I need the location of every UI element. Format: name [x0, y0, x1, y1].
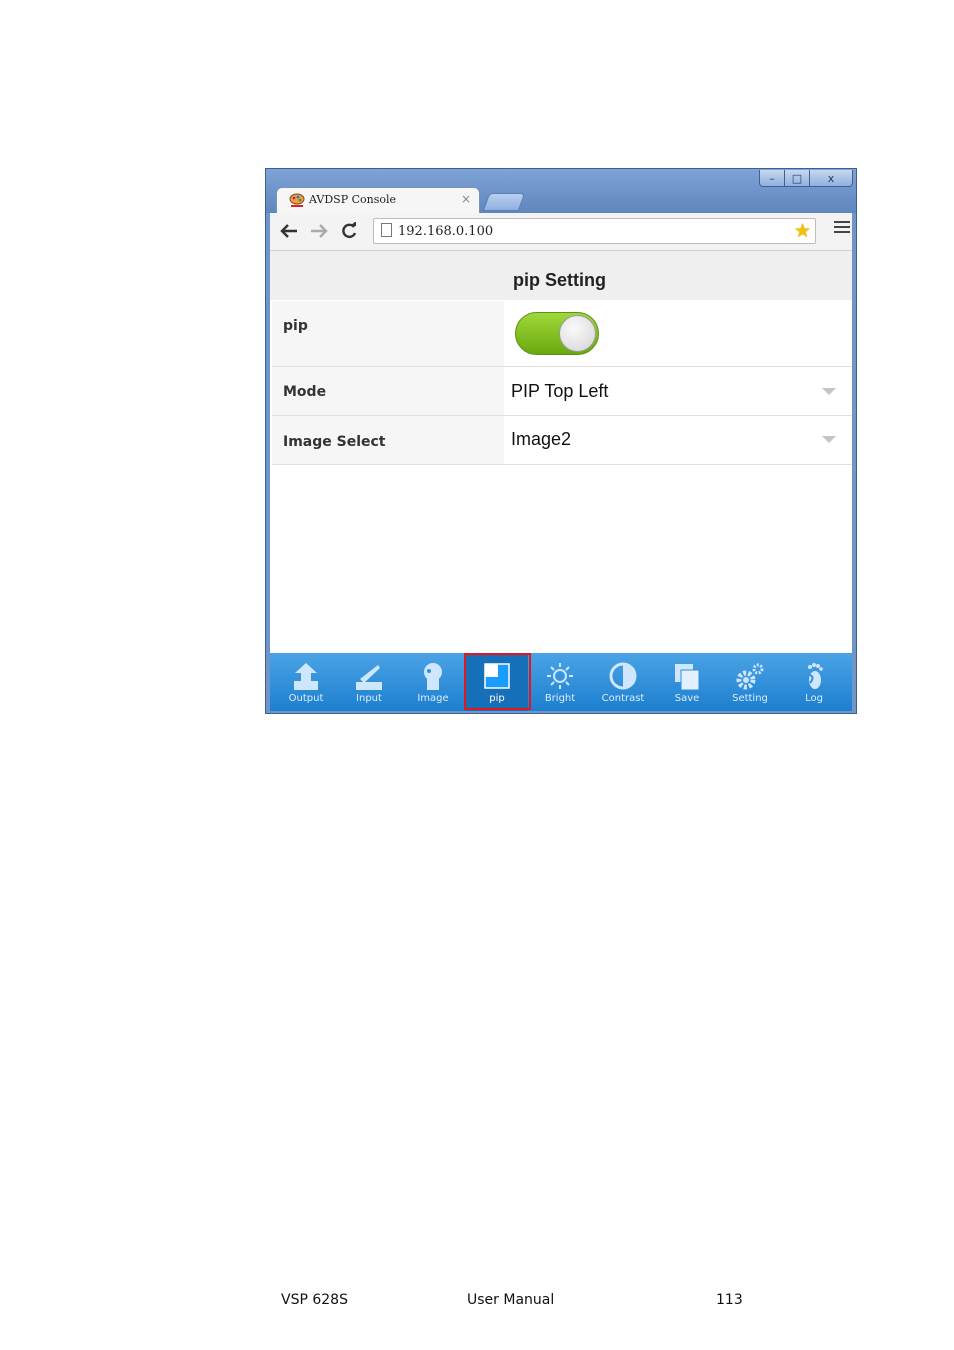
pip-row: pip: [272, 301, 852, 367]
title-bar: – □ x AVDSP Console ×: [266, 169, 856, 213]
forward-button[interactable]: [308, 220, 330, 242]
bookmark-star-icon[interactable]: ★: [794, 220, 811, 242]
reload-icon: [342, 222, 357, 239]
mode-label: Mode: [283, 384, 327, 400]
window-controls: – □ x: [759, 170, 853, 188]
maximize-button[interactable]: □: [784, 170, 810, 187]
page-header: pip Setting: [270, 251, 852, 300]
nav-contrast[interactable]: Contrast: [592, 653, 654, 711]
input-icon: [356, 665, 382, 690]
highlight-box: [464, 653, 531, 710]
brightness-icon: [547, 663, 573, 689]
address-bar[interactable]: 192.168.0.100 ★: [373, 218, 816, 244]
save-icon: [675, 664, 700, 691]
chevron-down-icon: [822, 388, 836, 395]
forward-arrow-icon: [311, 224, 328, 238]
close-window-button[interactable]: x: [809, 170, 853, 187]
reload-button[interactable]: [338, 220, 360, 242]
tab-title: AVDSP Console: [309, 193, 397, 206]
favicon-icon: [289, 193, 305, 207]
browser-menu-icon[interactable]: [834, 219, 850, 235]
mode-select[interactable]: PIP Top Left: [504, 367, 852, 415]
back-arrow-icon: [280, 224, 297, 238]
footer-product: VSP 628S: [281, 1292, 348, 1308]
footprint-icon: [808, 663, 823, 689]
browser-window: – □ x AVDSP Console × 192.168.0.100 ★ pi…: [265, 168, 857, 714]
tab-close-icon[interactable]: ×: [461, 192, 471, 206]
image-select-dropdown[interactable]: Image2: [504, 416, 852, 464]
nav-log[interactable]: Log: [783, 653, 845, 711]
pip-toggle[interactable]: [515, 312, 599, 355]
nav-output[interactable]: Output: [275, 653, 337, 711]
output-icon: [294, 663, 318, 690]
new-tab-button[interactable]: [482, 193, 526, 211]
image-select-value: Image2: [511, 429, 572, 449]
page-content: pip Setting pip Mode PIP Top Left Image …: [270, 251, 852, 653]
nav-setting[interactable]: Setting: [719, 653, 781, 711]
image-select-label: Image Select: [283, 434, 386, 450]
browser-tab[interactable]: AVDSP Console ×: [276, 187, 480, 213]
chevron-down-icon: [822, 436, 836, 443]
mode-value: PIP Top Left: [511, 381, 609, 401]
browser-toolbar: 192.168.0.100 ★: [270, 213, 852, 251]
back-button[interactable]: [278, 220, 300, 242]
contrast-icon: [609, 662, 637, 690]
gear-icon: [736, 663, 764, 690]
mode-row: Mode PIP Top Left: [272, 367, 852, 416]
page-title: pip Setting: [513, 270, 606, 290]
image-select-row: Image Select Image2: [272, 416, 852, 465]
bottom-nav: Output Input Image pip Bright Contrast S…: [270, 653, 852, 711]
footer-page-number: 113: [716, 1292, 743, 1308]
nav-input[interactable]: Input: [338, 653, 400, 711]
image-icon: [424, 663, 442, 690]
nav-image[interactable]: Image: [402, 653, 464, 711]
toggle-knob: [559, 315, 596, 352]
minimize-button[interactable]: –: [759, 170, 785, 187]
page-icon: [381, 223, 392, 237]
nav-save[interactable]: Save: [656, 653, 718, 711]
footer-doc-title: User Manual: [467, 1292, 555, 1308]
pip-label: pip: [283, 318, 308, 334]
nav-bright[interactable]: Bright: [529, 653, 591, 711]
url-text[interactable]: 192.168.0.100: [398, 224, 493, 239]
